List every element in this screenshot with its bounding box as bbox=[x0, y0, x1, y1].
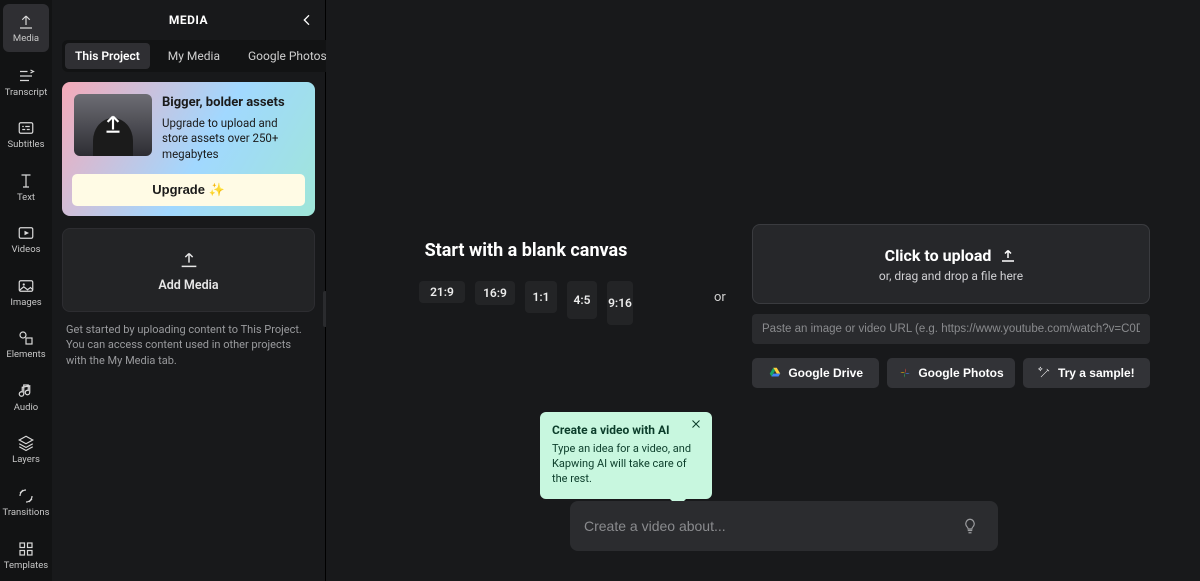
upload-icon bbox=[999, 246, 1017, 264]
rail-label: Images bbox=[10, 298, 41, 308]
upload-icon bbox=[17, 13, 35, 31]
ai-tooltip-title: Create a video with AI bbox=[552, 422, 700, 438]
rail-item-templates[interactable]: Templates bbox=[0, 529, 52, 581]
layers-icon bbox=[17, 434, 35, 452]
ai-tooltip-close-button[interactable] bbox=[690, 418, 706, 434]
templates-icon bbox=[17, 540, 35, 558]
tab-google-photos[interactable]: Google Photos bbox=[238, 43, 337, 69]
rail-item-transitions[interactable]: Transitions bbox=[0, 476, 52, 529]
left-nav-rail: Media Transcript Subtitles Text Videos I… bbox=[0, 0, 52, 581]
promo-thumbnail bbox=[74, 94, 152, 156]
upload-icon bbox=[100, 110, 126, 136]
promo-headline: Bigger, bolder assets bbox=[162, 94, 303, 112]
upload-subtitle: or, drag and drop a file here bbox=[879, 269, 1023, 283]
media-tab-row: This Project My Media Google Photos ••• bbox=[52, 40, 325, 82]
google-photos-label: Google Photos bbox=[918, 366, 1003, 380]
google-drive-label: Google Drive bbox=[788, 366, 863, 380]
ratio-16-9[interactable]: 16:9 bbox=[475, 281, 515, 305]
text-icon bbox=[17, 172, 35, 190]
add-media-button[interactable]: Add Media bbox=[62, 228, 315, 312]
tab-this-project[interactable]: This Project bbox=[65, 43, 150, 69]
upload-title: Click to upload bbox=[885, 246, 992, 265]
upgrade-button[interactable]: Upgrade ✨ bbox=[72, 174, 305, 206]
ai-input-container bbox=[570, 501, 998, 551]
rail-item-audio[interactable]: Audio bbox=[0, 371, 52, 424]
collapse-panel-button[interactable] bbox=[295, 8, 319, 32]
media-panel: MEDIA This Project My Media Google Photo… bbox=[52, 0, 326, 581]
transcript-icon bbox=[17, 67, 35, 85]
main-area: Start with a blank canvas 21:9 16:9 1:1 … bbox=[326, 0, 1200, 581]
ai-submit-button[interactable] bbox=[956, 512, 984, 540]
rail-label: Audio bbox=[14, 403, 38, 413]
ratio-21-9[interactable]: 21:9 bbox=[419, 281, 465, 303]
add-media-label: Add Media bbox=[158, 278, 218, 293]
ai-tooltip: Create a video with AI Type an idea for … bbox=[540, 412, 712, 499]
tab-my-media[interactable]: My Media bbox=[158, 43, 230, 69]
google-drive-button[interactable]: Google Drive bbox=[752, 358, 879, 388]
aspect-ratio-row: 21:9 16:9 1:1 4:5 9:16 bbox=[419, 281, 633, 325]
elements-icon bbox=[17, 329, 35, 347]
upload-section: Click to upload or, drag and drop a file… bbox=[752, 224, 1150, 388]
upload-icon bbox=[178, 248, 200, 270]
blank-canvas-title: Start with a blank canvas bbox=[425, 240, 628, 261]
rail-item-elements[interactable]: Elements bbox=[0, 318, 52, 371]
panel-header: MEDIA bbox=[52, 0, 325, 40]
wand-icon bbox=[1038, 366, 1052, 380]
rail-label: Layers bbox=[12, 455, 40, 465]
rail-item-images[interactable]: Images bbox=[0, 266, 52, 319]
rail-item-transcript[interactable]: Transcript bbox=[0, 56, 52, 109]
ratio-9-16[interactable]: 9:16 bbox=[607, 281, 633, 325]
rail-label: Subtitles bbox=[8, 140, 45, 150]
rail-item-subtitles[interactable]: Subtitles bbox=[0, 108, 52, 161]
rail-item-media[interactable]: Media bbox=[3, 4, 49, 52]
audio-icon bbox=[17, 382, 35, 400]
upgrade-promo-card: Bigger, bolder assets Upgrade to upload … bbox=[62, 82, 315, 216]
ratio-4-5[interactable]: 4:5 bbox=[567, 281, 597, 319]
ratio-1-1[interactable]: 1:1 bbox=[525, 281, 557, 313]
rail-label: Elements bbox=[6, 350, 45, 360]
lightbulb-icon bbox=[961, 517, 979, 535]
google-drive-icon bbox=[768, 366, 782, 380]
rail-label: Templates bbox=[4, 561, 48, 571]
try-sample-button[interactable]: Try a sample! bbox=[1023, 358, 1150, 388]
rail-label: Transitions bbox=[3, 508, 50, 518]
ai-prompt-input[interactable] bbox=[584, 518, 956, 534]
rail-item-videos[interactable]: Videos bbox=[0, 213, 52, 266]
videos-icon bbox=[17, 224, 35, 242]
rail-item-text[interactable]: Text bbox=[0, 161, 52, 214]
upload-dropzone[interactable]: Click to upload or, drag and drop a file… bbox=[752, 224, 1150, 304]
media-tabs: This Project My Media Google Photos bbox=[62, 40, 340, 72]
transitions-icon bbox=[17, 487, 35, 505]
subtitles-icon bbox=[17, 119, 35, 137]
rail-label: Text bbox=[17, 193, 35, 203]
url-input[interactable] bbox=[752, 314, 1150, 344]
rail-label: Media bbox=[13, 34, 39, 44]
ai-tooltip-body: Type an idea for a video, and Kapwing AI… bbox=[552, 442, 700, 487]
promo-text: Bigger, bolder assets Upgrade to upload … bbox=[162, 94, 303, 162]
try-sample-label: Try a sample! bbox=[1058, 366, 1135, 380]
chevron-left-icon bbox=[299, 12, 315, 28]
images-icon bbox=[17, 277, 35, 295]
rail-label: Videos bbox=[11, 245, 40, 255]
close-icon bbox=[690, 418, 702, 430]
import-row: Google Drive Google Photos Try a sample! bbox=[752, 358, 1150, 388]
google-photos-button[interactable]: Google Photos bbox=[887, 358, 1014, 388]
panel-title: MEDIA bbox=[169, 13, 208, 27]
google-photos-icon bbox=[898, 366, 912, 380]
rail-label: Transcript bbox=[5, 88, 48, 98]
help-text: Get started by uploading content to This… bbox=[52, 322, 325, 368]
or-label: or bbox=[714, 290, 726, 305]
blank-canvas-section: Start with a blank canvas 21:9 16:9 1:1 … bbox=[376, 240, 676, 325]
promo-body: Upgrade to upload and store assets over … bbox=[162, 116, 278, 161]
rail-item-layers[interactable]: Layers bbox=[0, 423, 52, 476]
